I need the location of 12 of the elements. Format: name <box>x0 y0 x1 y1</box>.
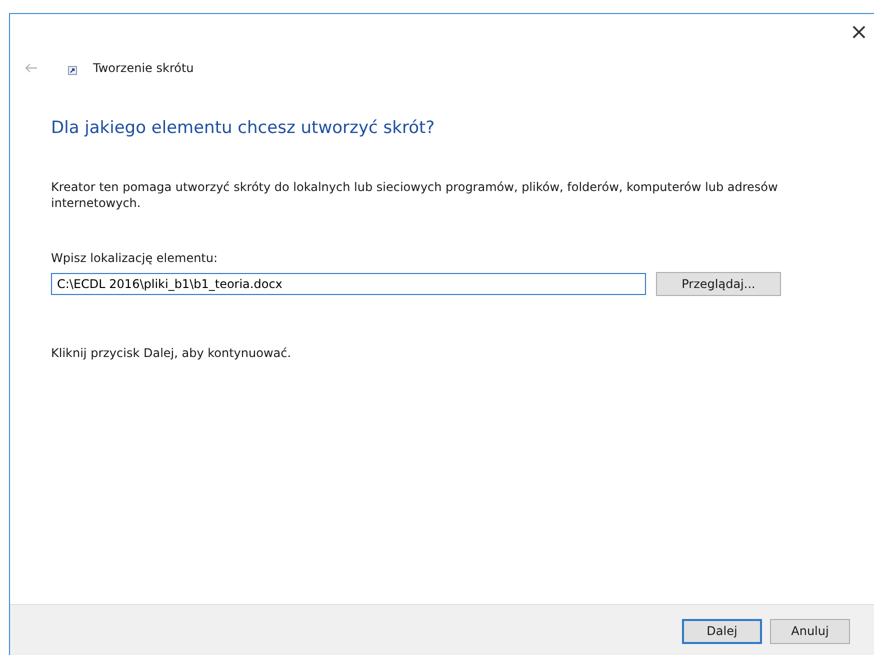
dialog-button[interactable]: Anuluj <box>770 618 850 644</box>
description-text: Kreator ten pomaga utworzyć skróty do lokalnych lub sieciowych programów, plików, folderów, komputerów lub adresów internetowych. <box>51 179 779 211</box>
dialog-button[interactable]: Dalej <box>682 618 762 644</box>
back-arrow-icon[interactable] <box>24 63 38 73</box>
close-button[interactable]: × <box>846 20 872 46</box>
location-field[interactable]: C:\ECDL 2016\pliki_b1\b1_teoria.docx <box>51 273 646 295</box>
location-label: Wpisz lokalizację elementu: <box>51 251 219 265</box>
browse-button[interactable]: Przeglądaj... <box>656 272 781 296</box>
window-title: Tworzenie skrótu <box>93 61 194 75</box>
hint-text: Kliknij przycisk Dalej, aby kontynuować. <box>51 346 292 360</box>
shortcut-icon <box>68 66 77 74</box>
page-heading: Dla jakiego elementu chcesz utworzyć skrót? <box>51 118 436 138</box>
